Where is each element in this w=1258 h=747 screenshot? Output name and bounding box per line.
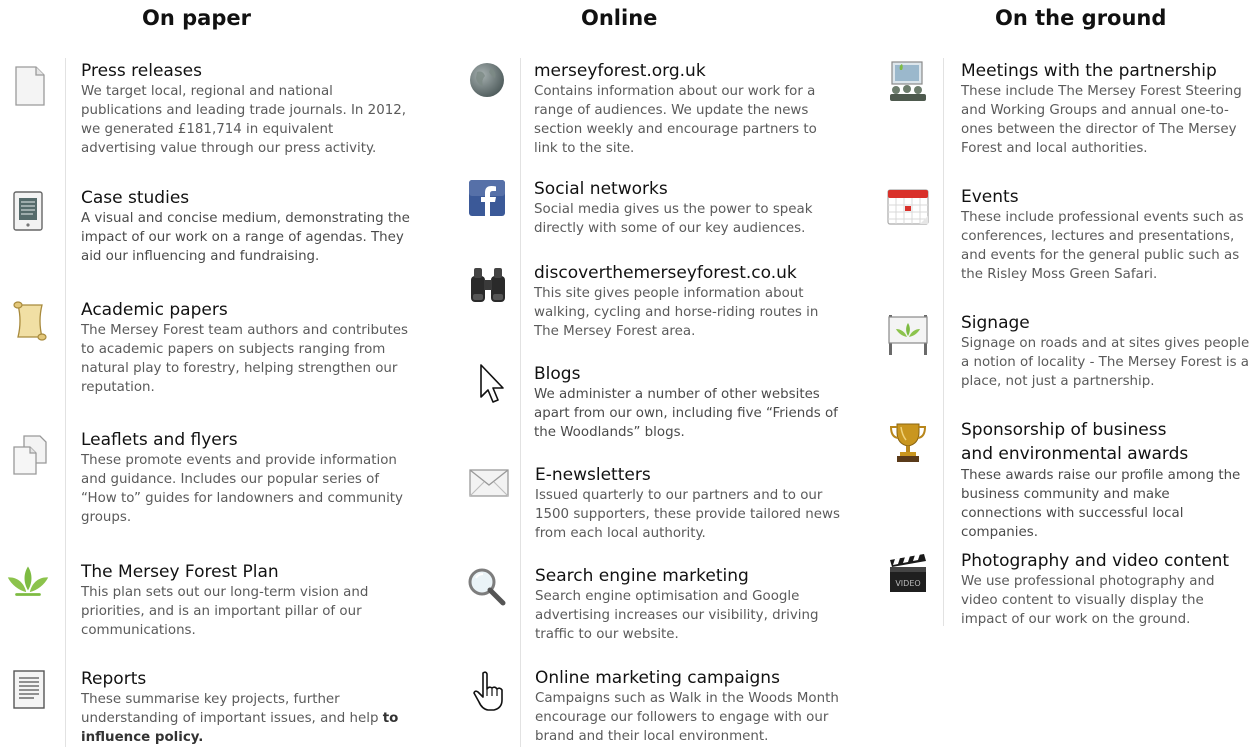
trophy-icon: [886, 420, 930, 464]
meeting-icon: [886, 60, 930, 104]
column-heading: Online: [581, 6, 658, 30]
item-description-main: These summarise key projects, further un…: [81, 692, 379, 726]
report-icon: [8, 668, 52, 712]
column-on-the-ground: On the ground Meetings with the partners…: [880, 0, 1258, 747]
item-description: These include The Mersey Forest Steering…: [961, 84, 1242, 156]
item-description: These awards raise our profile among the…: [961, 468, 1241, 540]
hand-pointer-icon: [469, 669, 513, 713]
signboard-icon: [886, 312, 930, 356]
cursor-arrow-icon: [473, 363, 517, 407]
globe-icon: [465, 60, 509, 104]
item-title: discoverthemerseyforest.co.uk: [534, 263, 797, 283]
item-title: Social networks: [534, 179, 668, 199]
item-title: Online marketing campaigns: [535, 668, 780, 688]
column-heading: On the ground: [995, 6, 1167, 30]
item-description: These include professional events such a…: [961, 210, 1244, 282]
calendar-icon: [886, 186, 930, 230]
item-title: Meetings with the partnership: [961, 61, 1217, 81]
column-heading: On paper: [142, 6, 251, 30]
item-title: Academic papers: [81, 300, 228, 320]
item-description: Signage on roads and at sites gives peop…: [961, 336, 1250, 389]
item-description: We target local, regional and national p…: [81, 84, 407, 156]
envelope-icon: [467, 464, 511, 508]
tablet-document-icon: [8, 189, 52, 233]
scroll-icon: [8, 299, 52, 343]
item-description: Contains information about our work for …: [534, 84, 817, 156]
item-title: The Mersey Forest Plan: [81, 562, 279, 582]
item-title: Signage: [961, 313, 1030, 333]
item-description: Social media gives us the power to speak…: [534, 202, 813, 236]
clapperboard-label: VIDEO: [895, 579, 920, 588]
column-on-paper: On paper Press releases We target local,…: [0, 0, 420, 747]
item-title: Press releases: [81, 61, 202, 81]
document-icon: [8, 64, 52, 108]
item-title: Photography and video content: [961, 551, 1230, 571]
item-title: merseyforest.org.uk: [534, 61, 706, 81]
item-title: Search engine marketing: [535, 566, 749, 586]
item-description: This site gives people information about…: [534, 286, 819, 339]
item-description: Issued quarterly to our partners and to …: [535, 488, 840, 541]
item-title: Sponsorship of business and environmenta…: [961, 420, 1189, 464]
column-online: Online merseyforest.org.uk Contains info…: [455, 0, 855, 747]
item-description: This plan sets out our long-term vision …: [81, 585, 369, 638]
item-title: Case studies: [81, 188, 190, 208]
column-divider: [943, 58, 944, 626]
item-description: A visual and concise medium, demonstrati…: [81, 211, 410, 264]
item-title: Events: [961, 187, 1019, 207]
item-description: We administer a number of other websites…: [534, 387, 838, 440]
item-description: Campaigns such as Walk in the Woods Mont…: [535, 691, 839, 744]
magnifier-icon: [465, 565, 509, 609]
clapperboard-icon: VIDEO: [886, 552, 930, 596]
item-description: These promote events and provide informa…: [81, 453, 403, 525]
item-description: These summarise key projects, further un…: [81, 690, 411, 747]
item-title: Leaflets and flyers: [81, 430, 238, 450]
stacked-pages-icon: [8, 433, 52, 477]
item-title: Blogs: [534, 364, 581, 384]
column-divider: [520, 58, 521, 747]
item-title: Reports: [81, 669, 147, 689]
facebook-icon: [467, 178, 511, 222]
mersey-forest-leaf-icon: [6, 561, 50, 605]
column-divider: [65, 58, 66, 747]
binoculars-icon: [467, 264, 511, 308]
item-description: Search engine optimisation and Google ad…: [535, 589, 819, 642]
item-title: E-newsletters: [535, 465, 651, 485]
item-description: The Mersey Forest team authors and contr…: [81, 323, 408, 395]
item-description: We use professional photography and vide…: [961, 574, 1215, 627]
